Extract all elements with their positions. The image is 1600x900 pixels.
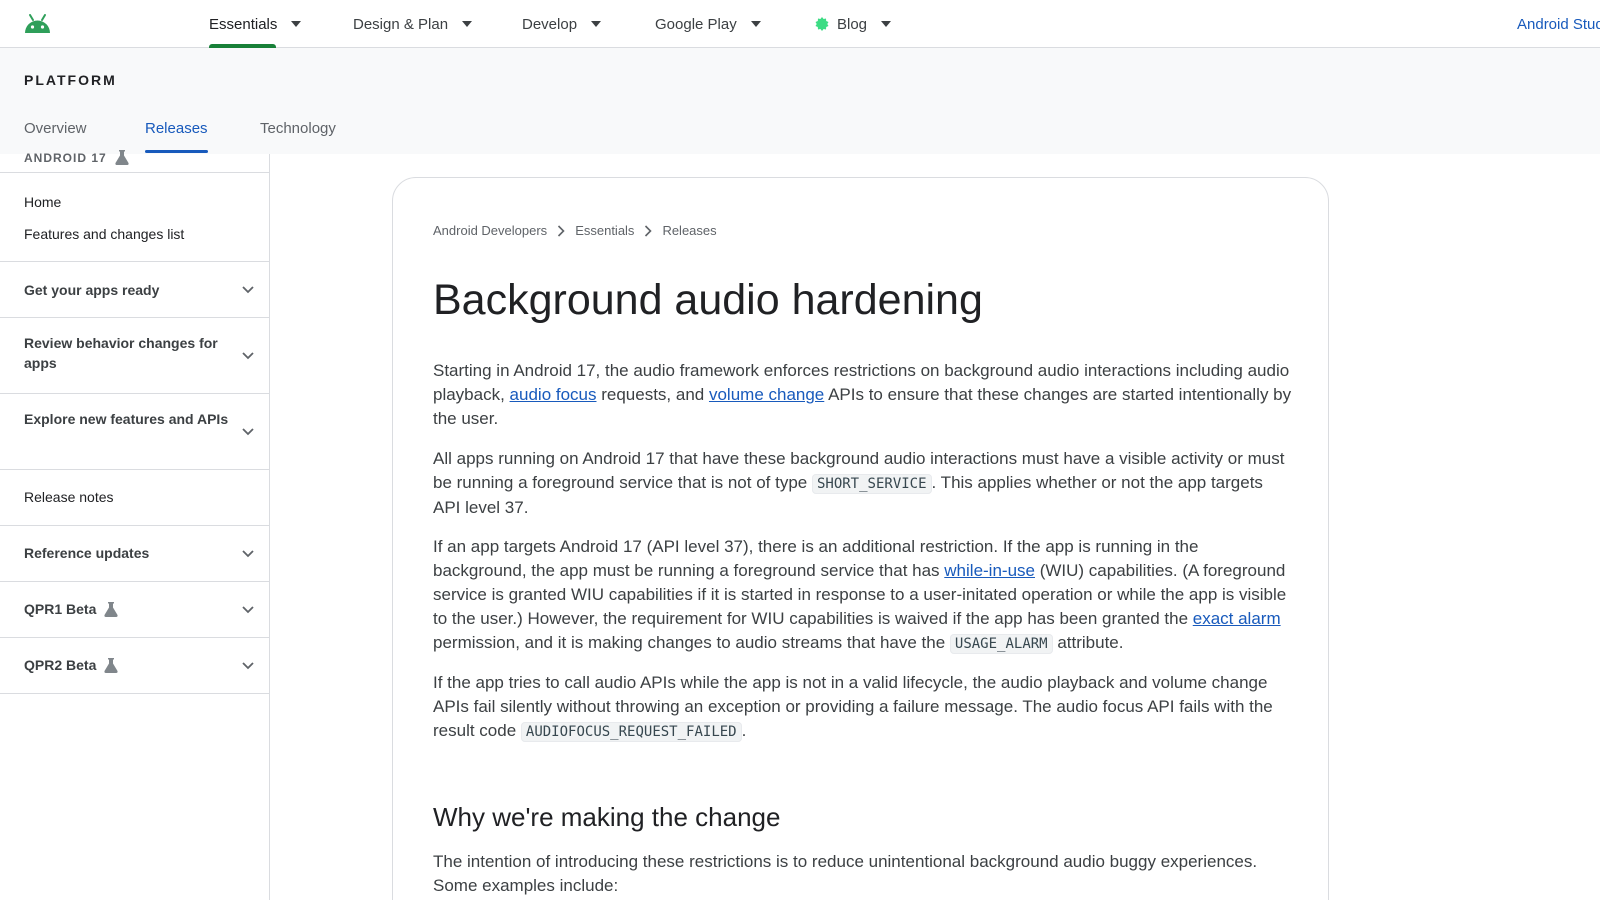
nav-design-plan[interactable]: Design & Plan	[353, 0, 473, 48]
active-tab-indicator	[145, 150, 208, 153]
text: attribute.	[1052, 633, 1124, 652]
sidebar-section-new-features[interactable]: Explore new features and APIs	[0, 394, 270, 469]
breadcrumb: Android Developers Essentials Releases	[433, 223, 717, 238]
section-label: Review behavior changes for apps	[24, 335, 218, 371]
nav-google-play[interactable]: Google Play	[655, 0, 761, 48]
section-title: PLATFORM	[24, 72, 117, 88]
section-label: QPR1 Beta	[24, 599, 229, 619]
section-header: PLATFORM Overview Releases Technology	[0, 48, 1600, 154]
sidebar-section-reference-updates[interactable]: Reference updates	[0, 526, 270, 581]
code-audiofocus-failed: AUDIOFOCUS_REQUEST_FAILED	[520, 722, 742, 742]
article-card: Android Developers Essentials Releases B…	[392, 177, 1329, 900]
nav-label: Design & Plan	[353, 15, 449, 33]
caret-down-icon	[750, 21, 761, 27]
flask-icon	[104, 657, 118, 673]
section-label: Explore new features and APIs	[24, 411, 229, 427]
sidebar-item-features-list[interactable]: Features and changes list	[24, 226, 184, 242]
tab-releases[interactable]: Releases	[145, 120, 208, 153]
chevron-down-icon	[242, 606, 254, 614]
android-studio-link[interactable]: Android Stud	[1517, 0, 1600, 48]
section-label-text: QPR1 Beta	[24, 601, 97, 617]
tab-label: Overview	[24, 120, 87, 137]
sidebar-version-header: ANDROID 17	[24, 150, 129, 165]
chevron-right-icon	[558, 224, 565, 237]
tab-technology[interactable]: Technology	[260, 120, 336, 137]
breadcrumb-item[interactable]: Releases	[662, 223, 716, 238]
caret-down-icon	[462, 21, 473, 27]
text: .	[741, 721, 747, 740]
badge-icon	[815, 17, 829, 31]
text: permission, and it is making changes to …	[433, 633, 950, 652]
nav-label: Develop	[522, 15, 578, 33]
nav-develop[interactable]: Develop	[522, 0, 602, 48]
divider	[0, 469, 270, 470]
nav-label: Blog	[837, 15, 868, 33]
caret-down-icon	[881, 21, 892, 27]
breadcrumb-item[interactable]: Android Developers	[433, 223, 547, 238]
sidebar-section-behavior-changes[interactable]: Review behavior changes for apps	[0, 318, 270, 393]
paragraph-intention: The intention of introducing these restr…	[433, 852, 1258, 895]
while-in-use-link[interactable]: while-in-use	[944, 561, 1035, 580]
version-label: ANDROID 17	[24, 150, 107, 165]
sidebar: ANDROID 17 Home Features and changes lis…	[0, 150, 270, 900]
volume-change-link[interactable]: volume change	[709, 385, 824, 404]
flask-icon	[104, 601, 118, 617]
nav-label: Google Play	[655, 15, 737, 33]
breadcrumb-item[interactable]: Essentials	[575, 223, 634, 238]
section-label: Get your apps ready	[24, 282, 160, 298]
tab-label: Technology	[260, 120, 336, 137]
chevron-down-icon	[242, 352, 254, 360]
divider	[0, 693, 270, 694]
android-logo-icon[interactable]	[24, 13, 51, 35]
tab-overview[interactable]: Overview	[24, 120, 87, 137]
paragraph-wiu-restriction: If an app targets Android 17 (API level …	[433, 535, 1293, 656]
sidebar-section-qpr2-beta[interactable]: QPR2 Beta	[0, 638, 270, 693]
caret-down-icon	[291, 21, 302, 27]
nav-essentials[interactable]: Essentials	[209, 0, 302, 48]
text: requests, and	[596, 385, 709, 404]
section-label: Reference updates	[24, 545, 150, 561]
chevron-down-icon	[242, 662, 254, 670]
sidebar-section-get-apps-ready[interactable]: Get your apps ready	[0, 262, 270, 317]
code-short-service: SHORT_SERVICE	[811, 474, 932, 494]
paragraph-intro: Starting in Android 17, the audio framew…	[433, 359, 1293, 431]
chevron-down-icon	[242, 428, 254, 436]
nav-label: Essentials	[209, 15, 278, 33]
chevron-down-icon	[242, 286, 254, 294]
sidebar-item-release-notes[interactable]: Release notes	[24, 489, 114, 505]
chevron-down-icon	[242, 550, 254, 558]
section-heading: Why we're making the change	[433, 802, 781, 832]
paragraph-visibility: All apps running on Android 17 that have…	[433, 447, 1293, 520]
code-usage-alarm: USAGE_ALARM	[949, 634, 1053, 654]
divider	[0, 172, 270, 173]
audio-focus-link[interactable]: audio focus	[510, 385, 597, 404]
sidebar-item-home[interactable]: Home	[24, 194, 61, 210]
tab-label: Releases	[145, 120, 208, 137]
exact-alarm-link[interactable]: exact alarm	[1193, 609, 1281, 628]
page-title: Background audio hardening	[433, 276, 983, 324]
nav-blog[interactable]: Blog	[815, 0, 892, 48]
section-label: QPR2 Beta	[24, 655, 229, 675]
caret-down-icon	[591, 21, 602, 27]
paragraph-failure: If the app tries to call audio APIs whil…	[433, 671, 1293, 744]
sidebar-section-qpr1-beta[interactable]: QPR1 Beta	[0, 582, 270, 637]
section-label-text: QPR2 Beta	[24, 657, 97, 673]
top-navigation: Essentials Design & Plan Develop Google …	[0, 0, 1600, 48]
flask-icon	[115, 150, 129, 165]
chevron-right-icon	[645, 224, 653, 237]
